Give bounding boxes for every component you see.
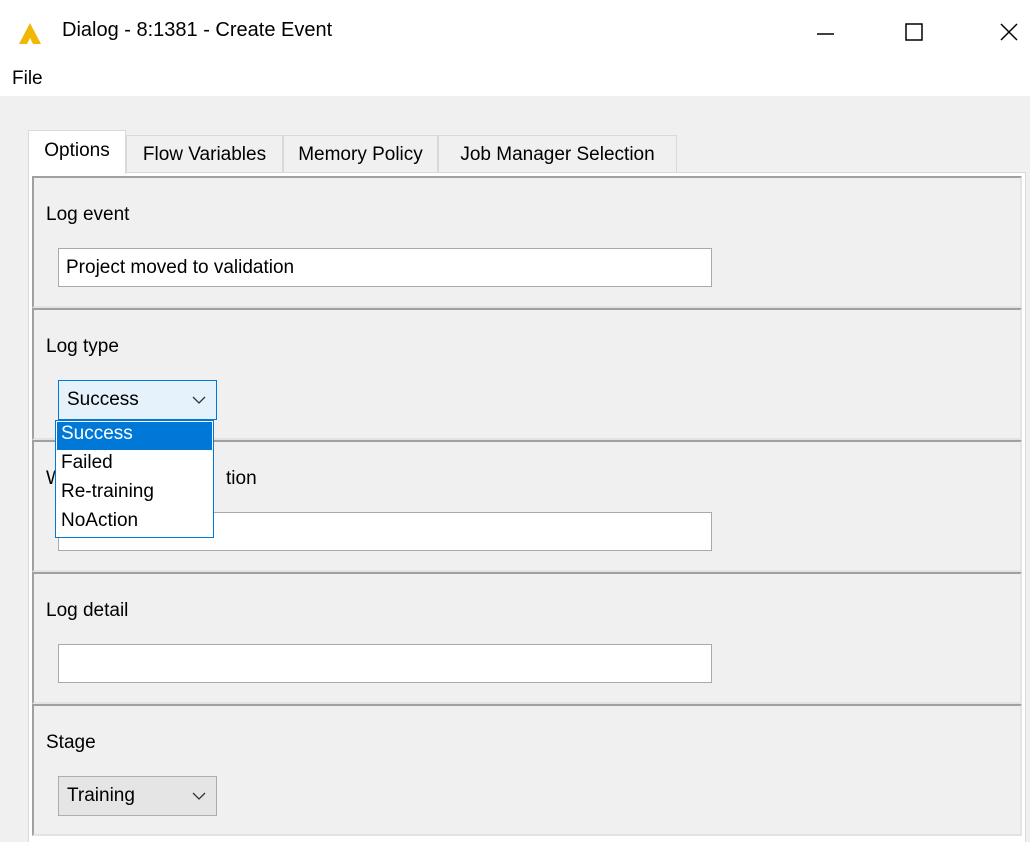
chevron-down-icon <box>192 792 206 800</box>
log-event-panel: Log event Project moved to validation <box>32 176 1022 308</box>
log-type-label: Log type <box>46 336 119 357</box>
tab-options[interactable]: Options <box>28 130 126 174</box>
log-type-option-noaction[interactable]: NoAction <box>57 509 212 537</box>
log-detail-panel: Log detail <box>32 572 1022 704</box>
menu-file[interactable]: File <box>12 68 43 90</box>
log-type-option-failed[interactable]: Failed <box>57 451 212 479</box>
maximize-button[interactable] <box>892 14 938 50</box>
menu-bar: File <box>0 62 1030 96</box>
stage-selected-value: Training <box>67 785 135 806</box>
tab-job-manager-selection[interactable]: Job Manager Selection <box>438 135 677 172</box>
log-type-option-re-training[interactable]: Re-training <box>57 480 212 508</box>
log-event-input[interactable]: Project moved to validation <box>58 248 712 287</box>
log-event-label: Log event <box>46 204 130 225</box>
log-type-dropdown-list: Success Failed Re-training NoAction <box>55 420 214 538</box>
minimize-icon <box>817 33 834 35</box>
stage-label: Stage <box>46 732 96 753</box>
stage-select[interactable]: Training <box>58 776 217 816</box>
close-button[interactable] <box>977 14 1023 50</box>
title-bar: Dialog - 8:1381 - Create Event <box>0 0 1030 62</box>
tab-memory-policy[interactable]: Memory Policy <box>283 135 438 172</box>
log-detail-input[interactable] <box>58 644 712 683</box>
stage-panel: Stage Training <box>32 704 1022 836</box>
log-type-option-success[interactable]: Success <box>57 422 212 450</box>
close-icon <box>1000 23 1018 41</box>
maximize-icon <box>905 23 923 41</box>
log-type-select[interactable]: Success <box>58 380 217 420</box>
warning-triangle-icon <box>17 22 53 44</box>
chevron-down-icon <box>192 396 206 404</box>
log-type-selected-value: Success <box>67 389 139 410</box>
tab-flow-variables[interactable]: Flow Variables <box>126 135 283 172</box>
minimize-button[interactable] <box>806 14 852 50</box>
workflow-location-label-suffix: tion <box>226 468 257 489</box>
window-title: Dialog - 8:1381 - Create Event <box>62 19 333 41</box>
log-detail-label: Log detail <box>46 600 129 621</box>
